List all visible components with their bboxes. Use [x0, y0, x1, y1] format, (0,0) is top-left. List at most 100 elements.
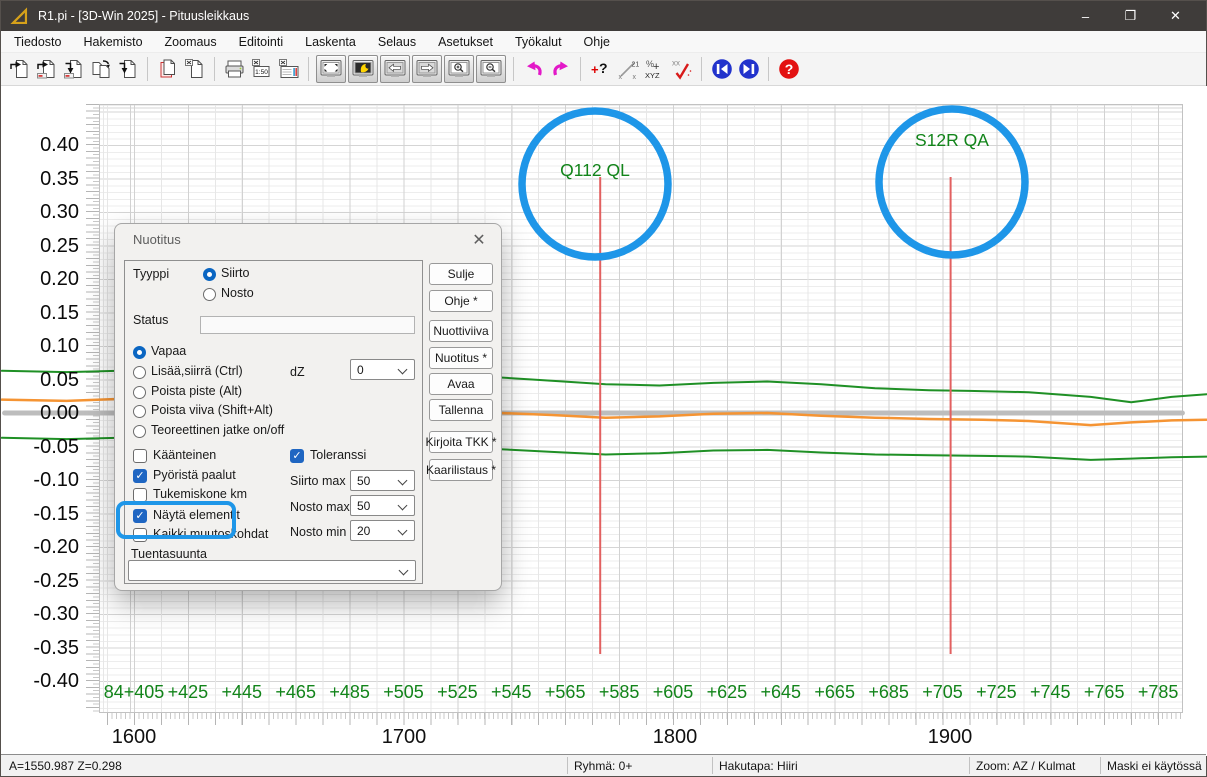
- measure-distance-button[interactable]: 21xx: [614, 56, 641, 83]
- dialog-button-tallenna[interactable]: Tallenna: [429, 399, 493, 421]
- radio-label-teoreettinen-jatke-on-off: Teoreettinen jatke on/off: [151, 423, 284, 437]
- dialog-button-sulje[interactable]: Sulje: [429, 263, 493, 285]
- window-controls: – ❐ ✕: [1063, 1, 1198, 31]
- dialog-button-nuotitus[interactable]: Nuotitus *: [429, 347, 493, 369]
- y-axis-label: -0.10: [11, 469, 79, 491]
- prev-element-button[interactable]: [708, 56, 735, 83]
- combo-nosto-max-value: 50: [357, 499, 370, 513]
- radio-siirto[interactable]: [203, 268, 216, 281]
- type-label: Tyyppi: [133, 267, 169, 281]
- annotation-circle: [522, 111, 668, 257]
- menu-item-ohje[interactable]: Ohje: [573, 31, 621, 53]
- minimize-button[interactable]: –: [1063, 1, 1108, 31]
- dialog-button-nuottiviiva[interactable]: Nuottiviiva: [429, 320, 493, 342]
- next-view-button[interactable]: [412, 55, 442, 83]
- radio-vapaa[interactable]: [133, 346, 146, 359]
- read-write-file-button[interactable]: [33, 56, 60, 83]
- redo-button[interactable]: [547, 56, 574, 83]
- statusbar-section: Zoom: AZ / Kulmat: [976, 755, 1075, 776]
- menu-item-laskenta[interactable]: Laskenta: [294, 31, 367, 53]
- app-window: R1.pi - [3D-Win 2025] - Pituusleikkaus –…: [0, 0, 1207, 777]
- page-setup-button[interactable]: [275, 56, 302, 83]
- menu-item-selaus[interactable]: Selaus: [367, 31, 427, 53]
- help-button[interactable]: ?: [775, 56, 802, 83]
- identify-point-icon: +?: [590, 58, 612, 80]
- print-button[interactable]: [221, 56, 248, 83]
- x-axis-station-label: +585: [599, 682, 640, 703]
- radio-label-poista-viiva-shift-alt: Poista viiva (Shift+Alt): [151, 403, 273, 417]
- menu-item-zoomaus[interactable]: Zoomaus: [154, 31, 228, 53]
- maximize-button[interactable]: ❐: [1108, 1, 1153, 31]
- element-label-s12r-qa: S12R QA: [915, 130, 989, 150]
- combo-nosto-min[interactable]: 20: [350, 520, 415, 541]
- tuentasuunta-combo[interactable]: [128, 560, 416, 581]
- y-axis-label: -0.15: [11, 503, 79, 525]
- radio-lis-siirr-ctrl[interactable]: [133, 366, 146, 379]
- dialog-close-icon[interactable]: ✕: [468, 229, 490, 251]
- dialog-button-kirjoita-tkk[interactable]: Kirjoita TKK *: [429, 431, 493, 453]
- write-file-button[interactable]: [60, 56, 87, 83]
- svg-text:XYZ: XYZ: [645, 71, 660, 80]
- radio-teoreettinen-jatke-on-off[interactable]: [133, 425, 146, 438]
- checkbox-n-yt-elementit[interactable]: ✓: [133, 509, 147, 523]
- toolbar-separator: [308, 57, 309, 81]
- dialog-button-ohje[interactable]: Ohje *: [429, 290, 493, 312]
- next-element-button[interactable]: [735, 56, 762, 83]
- tuentasuunta-label: Tuentasuunta: [131, 547, 207, 561]
- menu-item-ty-kalut[interactable]: Työkalut: [504, 31, 573, 53]
- statusbar-divider: [1100, 757, 1101, 774]
- dz-combo[interactable]: 0: [350, 359, 415, 380]
- delete-page-button[interactable]: [181, 56, 208, 83]
- radio-label-nosto: Nosto: [221, 286, 254, 300]
- menu-item-hakemisto[interactable]: Hakemisto: [72, 31, 153, 53]
- dialog-button-avaa[interactable]: Avaa: [429, 373, 493, 395]
- dialog-button-kaarilistaus[interactable]: Kaarilistaus *: [429, 459, 493, 481]
- zoom-in-button[interactable]: [444, 55, 474, 83]
- x-axis-station-label: +565: [545, 682, 586, 703]
- radio-nosto[interactable]: [203, 288, 216, 301]
- combo-nosto-max[interactable]: 50: [350, 495, 415, 516]
- scale-150-button[interactable]: 1:50: [248, 56, 275, 83]
- checkbox-py-rist-paalut[interactable]: ✓: [133, 469, 147, 483]
- svg-text:xx: xx: [672, 59, 680, 68]
- x-axis-station-label: +485: [329, 682, 370, 703]
- file-out-button[interactable]: [114, 56, 141, 83]
- x-axis-station-label: +745: [1030, 682, 1071, 703]
- menu-item-asetukset[interactable]: Asetukset: [427, 31, 504, 53]
- y-axis-label: -0.05: [11, 436, 79, 458]
- fit-view-button[interactable]: [316, 55, 346, 83]
- show-coordinates-button[interactable]: %+XYZ: [641, 56, 668, 83]
- x-axis-station-label: +465: [275, 682, 316, 703]
- svg-text:?: ?: [784, 61, 793, 77]
- combo-siirto-max[interactable]: 50: [350, 470, 415, 491]
- read-file-button[interactable]: [6, 56, 33, 83]
- radio-poista-viiva-shift-alt[interactable]: [133, 405, 146, 418]
- svg-text:?: ?: [599, 60, 608, 76]
- check-points-button[interactable]: xx: [668, 56, 695, 83]
- checkbox-tukemiskone-km[interactable]: [133, 488, 147, 502]
- identify-point-button[interactable]: +?: [587, 56, 614, 83]
- app-logo-icon: [10, 7, 29, 26]
- svg-text:21: 21: [631, 62, 639, 69]
- checkbox-kaikki-muutoskohdat[interactable]: [133, 528, 147, 542]
- redraw-button[interactable]: [348, 55, 378, 83]
- zoom-out-button[interactable]: [476, 55, 506, 83]
- file-exchange-button[interactable]: [87, 56, 114, 83]
- x-axis-station-label: +625: [707, 682, 748, 703]
- menu-item-editointi[interactable]: Editointi: [228, 31, 294, 53]
- copy-pages-button[interactable]: [154, 56, 181, 83]
- menu-item-tiedosto[interactable]: Tiedosto: [3, 31, 72, 53]
- checkbox-k-nteinen[interactable]: [133, 449, 147, 463]
- close-button[interactable]: ✕: [1153, 1, 1198, 31]
- checkbox-toleranssi[interactable]: ✓: [290, 449, 304, 463]
- undo-button[interactable]: [520, 56, 547, 83]
- x-axis-station-label: +525: [437, 682, 478, 703]
- statusbar-section: A=1550.987 Z=0.298: [9, 755, 122, 776]
- statusbar-divider: [969, 757, 970, 774]
- radio-poista-piste-alt[interactable]: [133, 386, 146, 399]
- prev-view-button[interactable]: [380, 55, 410, 83]
- copy-pages-icon: [157, 58, 179, 80]
- checkbox-label-py-rist-paalut: Pyöristä paalut: [153, 468, 236, 482]
- status-field[interactable]: [200, 316, 415, 334]
- write-file-icon: [63, 58, 85, 80]
